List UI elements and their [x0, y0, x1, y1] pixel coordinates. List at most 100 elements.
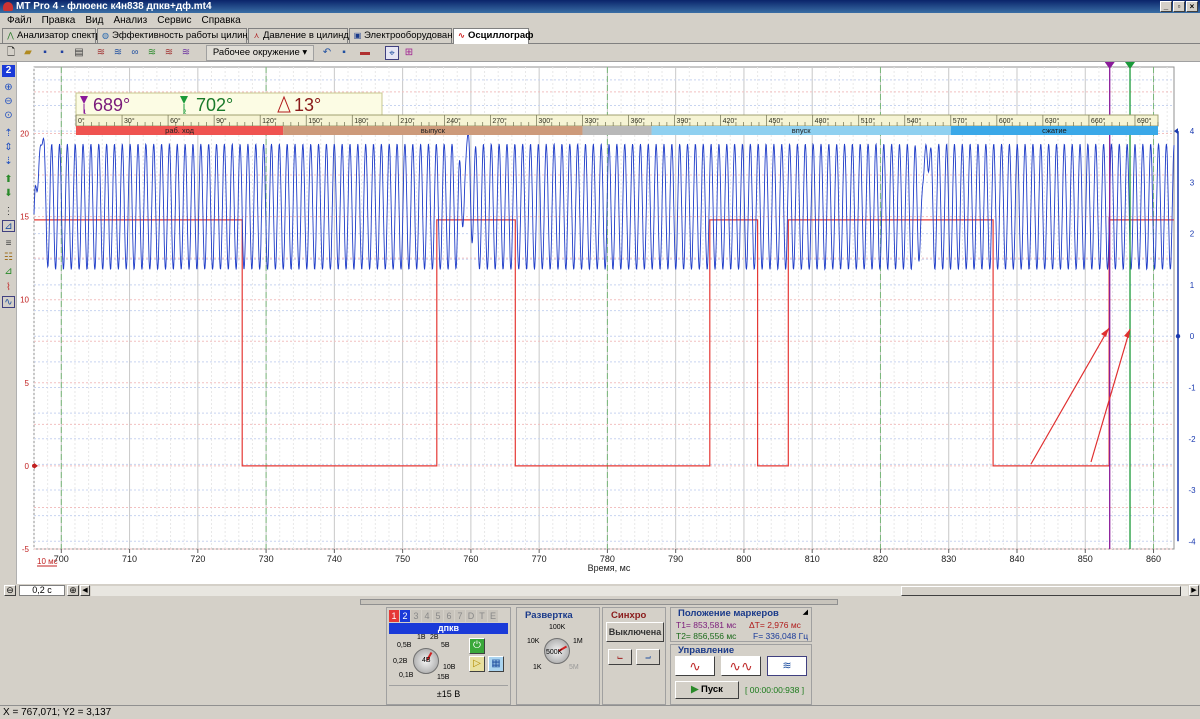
grid-mode-icon[interactable]: ⊞: [402, 46, 416, 60]
channel-tab-e[interactable]: E: [488, 610, 498, 622]
zoom-in-time-button[interactable]: ⊕: [67, 585, 79, 596]
table-icon[interactable]: ☷: [2, 252, 15, 264]
single-wave-icon[interactable]: ∿: [675, 656, 715, 676]
arrow-down-icon[interactable]: ⬇: [2, 188, 15, 200]
spectrum-icon: ⋀: [7, 31, 14, 40]
chart-svg[interactable]: 20151050-543210-1-2-3-4700 710 720 730 740 75…: [17, 62, 1200, 598]
signal-tool-1-icon[interactable]: ≋: [94, 46, 108, 60]
zoom-out-icon[interactable]: ⊖: [2, 96, 15, 108]
markers-panel: Положение маркеров ◢ T1= 853,581 мс ΔT= …: [670, 607, 812, 642]
menu-service[interactable]: Сервис: [152, 15, 196, 26]
zoom-in-icon[interactable]: ⊕: [2, 82, 15, 94]
graph-red-icon[interactable]: ⌇: [2, 282, 15, 294]
sweep-label-5m: 5M: [569, 664, 579, 671]
channel-tab-3[interactable]: 3: [411, 610, 421, 622]
x-tick-label: 860: [1146, 554, 1161, 564]
print-icon[interactable]: ▤: [72, 46, 86, 60]
arrow-up-icon[interactable]: ⬆: [2, 174, 15, 186]
channel-selector[interactable]: 2: [2, 65, 15, 77]
close-button[interactable]: ×: [1186, 1, 1198, 12]
channel-tab-1[interactable]: 1: [389, 610, 399, 622]
move-up-icon[interactable]: ⇡: [2, 128, 15, 140]
knob-label-05v: 0,5В: [397, 642, 412, 649]
channel-tab-5[interactable]: 5: [433, 610, 443, 622]
new-file-icon[interactable]: 🗋: [4, 46, 18, 60]
knob-label-15v: 15В: [437, 674, 450, 681]
scroll-track[interactable]: [91, 586, 1188, 596]
zoom-fit-icon[interactable]: ⊙: [2, 110, 15, 122]
calculator-icon[interactable]: ▦: [488, 656, 504, 672]
measure-icon[interactable]: ⊿: [2, 220, 15, 232]
status-bar: X = 767,071; Y2 = 3,137: [0, 705, 1200, 719]
left-toolbar: 2 ⊕ ⊖ ⊙ ⇡ ⇕ ⇣ ⬆ ⬇ ⋮ ⊿ ≡ ☷ ⊿ ⌇ ∿: [0, 62, 17, 597]
channel-tab-7[interactable]: 7: [455, 610, 465, 622]
car-icon[interactable]: ▬: [358, 46, 372, 60]
cursor-mode-icon[interactable]: ⌖: [385, 46, 399, 60]
oscilloscope-plot[interactable]: 20 15 10 5 0 -5 4 3 2 1 0 -1 -2 -3 -4 700 710 720 730 740 75…: [17, 62, 1200, 598]
degree-label: 690°: [1137, 117, 1152, 125]
tab-electrical[interactable]: ▣ Электрооборудование: [349, 28, 463, 43]
tab-cylinder-pressure[interactable]: ⋏ Давление в цилиндре: [248, 28, 360, 43]
range-value[interactable]: ±15 В: [389, 689, 508, 701]
rising-edge-icon[interactable]: ⨽: [608, 649, 632, 665]
environment-dropdown[interactable]: Рабочее окружение ▾: [206, 45, 314, 61]
signal-tool-3-icon[interactable]: ∞: [128, 46, 142, 60]
tab-oscilloscope[interactable]: ∿ Осциллограф: [453, 28, 533, 44]
timebase-value[interactable]: 0,2 с: [19, 585, 65, 596]
open-folder-icon[interactable]: ▰: [21, 46, 35, 60]
move-center-icon[interactable]: ⇕: [2, 142, 15, 154]
ruler-icon[interactable]: ⋮: [2, 206, 15, 218]
play-icon[interactable]: ▷: [469, 656, 485, 672]
signal-tool-5-icon[interactable]: ≋: [162, 46, 176, 60]
degree-label: 120°: [262, 117, 277, 125]
save-environment-icon[interactable]: ▪: [337, 46, 351, 60]
signal-tool-4-icon[interactable]: ≋: [145, 46, 159, 60]
menu-view[interactable]: Вид: [80, 15, 108, 26]
minimize-button[interactable]: _: [1160, 1, 1172, 12]
tab-label: Осциллограф: [468, 30, 534, 41]
channel-tab-t[interactable]: T: [477, 610, 487, 622]
channel-tab-2[interactable]: 2: [400, 610, 410, 622]
filter-icon[interactable]: ⊿: [2, 266, 15, 278]
start-button[interactable]: ▶ Пуск: [675, 681, 739, 699]
menu-analysis[interactable]: Анализ: [108, 15, 152, 26]
app-logo-icon: [3, 2, 13, 11]
recorder-wave-icon[interactable]: ≋: [767, 656, 807, 676]
menu-file[interactable]: Файл: [2, 15, 37, 26]
channel-tab-d[interactable]: D: [466, 610, 476, 622]
marker-freq-value: F= 336,048 Гц: [753, 631, 809, 641]
menu-help[interactable]: Справка: [196, 15, 245, 26]
marker-t1-angle: 689°: [93, 95, 130, 115]
right-axis-tick-label: 3: [1190, 178, 1195, 187]
degree-label: 0°: [78, 117, 85, 125]
channel-tab-4[interactable]: 4: [422, 610, 432, 622]
scroll-left-button[interactable]: ◀: [80, 585, 90, 596]
degree-label: 360°: [631, 117, 646, 125]
sync-mode-dropdown[interactable]: Выключена: [606, 622, 664, 642]
x-tick-label: 800: [736, 554, 751, 564]
channel-tab-6[interactable]: 6: [444, 610, 454, 622]
tab-cylinder-efficiency[interactable]: ◍ Эффективность работы цилиндров: [97, 28, 269, 43]
right-axis-tick-label: -3: [1188, 486, 1196, 495]
scroll-right-button[interactable]: ▶: [1189, 585, 1199, 596]
scroll-thumb[interactable]: [901, 586, 1181, 596]
graph-blue-icon[interactable]: ∿: [2, 296, 15, 308]
zoom-out-time-button[interactable]: ⊖: [4, 585, 16, 596]
power-icon[interactable]: ⏻: [469, 638, 485, 654]
cursor-coordinates: X = 767,071; Y2 = 3,137: [3, 707, 112, 718]
left-axis-tick-label: -5: [22, 545, 30, 554]
signal-tool-6-icon[interactable]: ≋: [179, 46, 193, 60]
panel-menu-icon[interactable]: ◢: [803, 608, 808, 616]
move-down-icon[interactable]: ⇣: [2, 156, 15, 168]
falling-edge-icon[interactable]: ⨼: [636, 649, 660, 665]
save-icon[interactable]: ▪: [38, 46, 52, 60]
save-as-icon[interactable]: ▪: [55, 46, 69, 60]
menu-edit[interactable]: Правка: [37, 15, 81, 26]
tab-spectrum-analyzer[interactable]: ⋀ Анализатор спектра: [2, 28, 106, 43]
labels-icon[interactable]: ≡: [2, 238, 15, 250]
signal-tool-2-icon[interactable]: ≋: [111, 46, 125, 60]
undo-icon[interactable]: ↶: [320, 46, 334, 60]
panel-splitter[interactable]: [360, 599, 838, 605]
periodic-wave-icon[interactable]: ∿∿: [721, 656, 761, 676]
restore-button[interactable]: ▫: [1173, 1, 1185, 12]
